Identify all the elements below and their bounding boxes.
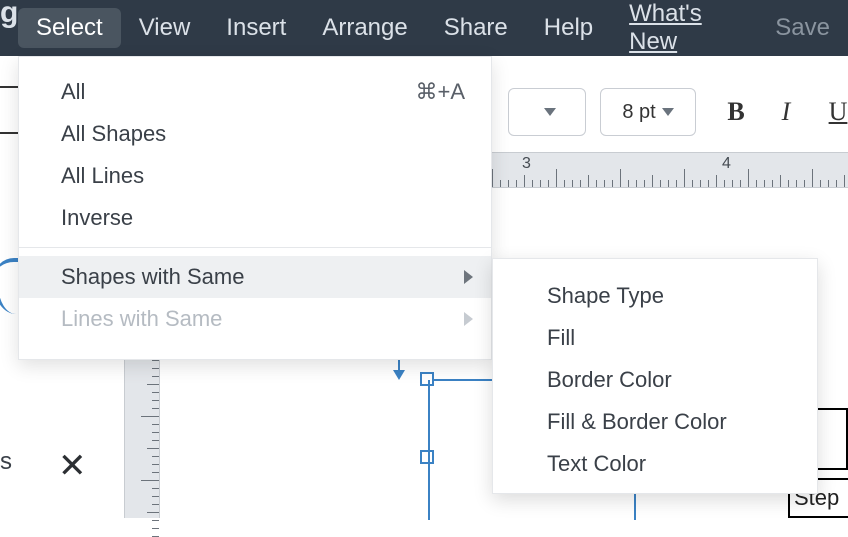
menu-label: Inverse [61, 205, 133, 231]
menu-item-all-shapes[interactable]: All Shapes [19, 113, 491, 155]
selection-handle[interactable] [420, 450, 434, 464]
ruler-horizontal: 3 4 [492, 152, 848, 188]
submenu-shape-type[interactable]: Shape Type [493, 275, 817, 317]
italic-button[interactable]: I [766, 88, 806, 136]
toolbar-dropdown[interactable] [508, 88, 586, 136]
ruler-mark: 3 [522, 155, 531, 173]
menu-arrange[interactable]: Arrange [304, 8, 425, 48]
menu-item-all-lines[interactable]: All Lines [19, 155, 491, 197]
ruler-mark: 4 [722, 155, 731, 173]
font-size-selector[interactable]: 8 pt [600, 88, 696, 136]
menubar: g Select View Insert Arrange Share Help … [0, 0, 848, 56]
menu-label: Lines with Same [61, 306, 222, 332]
menu-separator [19, 247, 491, 248]
menu-label: Border Color [547, 367, 672, 393]
chevron-down-icon [544, 108, 556, 116]
menu-item-all[interactable]: All ⌘+A [19, 71, 491, 113]
menu-label: Text Color [547, 451, 646, 477]
menu-save[interactable]: Save [747, 8, 848, 48]
menu-label: Shapes with Same [61, 264, 244, 290]
menu-item-shapes-with-same[interactable]: Shapes with Same [19, 256, 491, 298]
ruler-vertical [124, 352, 160, 518]
menu-whats-new[interactable]: What's New [611, 0, 747, 62]
menu-label: Fill [547, 325, 575, 351]
underline-button[interactable]: U [818, 88, 848, 136]
font-size-value: 8 pt [622, 101, 655, 124]
menu-label: Shape Type [547, 283, 664, 309]
menu-label: All [61, 79, 85, 105]
menu-shortcut: ⌘+A [415, 79, 465, 105]
submenu-arrow-icon [464, 312, 473, 326]
menu-insert[interactable]: Insert [208, 8, 304, 48]
text-fragment: s [0, 448, 12, 476]
submenu-text-color[interactable]: Text Color [493, 443, 817, 485]
shapes-with-same-submenu: Shape Type Fill Border Color Fill & Bord… [492, 258, 818, 494]
menu-label: Fill & Border Color [547, 409, 727, 435]
logo-fragment: g [0, 0, 18, 30]
connector-line[interactable] [428, 380, 430, 520]
menu-item-inverse[interactable]: Inverse [19, 197, 491, 239]
close-icon[interactable]: ✕ [58, 446, 87, 486]
menu-label: All Shapes [61, 121, 166, 147]
menu-view[interactable]: View [121, 8, 209, 48]
menu-select[interactable]: Select [18, 8, 121, 48]
submenu-arrow-icon [464, 270, 473, 284]
menu-item-lines-with-same: Lines with Same [19, 298, 491, 340]
bold-button[interactable]: B [716, 88, 756, 136]
selection-handle[interactable] [420, 372, 434, 386]
submenu-border-color[interactable]: Border Color [493, 359, 817, 401]
chevron-down-icon [662, 108, 674, 116]
menu-share[interactable]: Share [426, 8, 526, 48]
submenu-fill[interactable]: Fill [493, 317, 817, 359]
shape-rectangle[interactable] [816, 408, 848, 470]
submenu-fill-border-color[interactable]: Fill & Border Color [493, 401, 817, 443]
select-menu-panel: All ⌘+A All Shapes All Lines Inverse Sha… [18, 56, 492, 360]
menu-label: All Lines [61, 163, 144, 189]
menu-help[interactable]: Help [526, 8, 611, 48]
